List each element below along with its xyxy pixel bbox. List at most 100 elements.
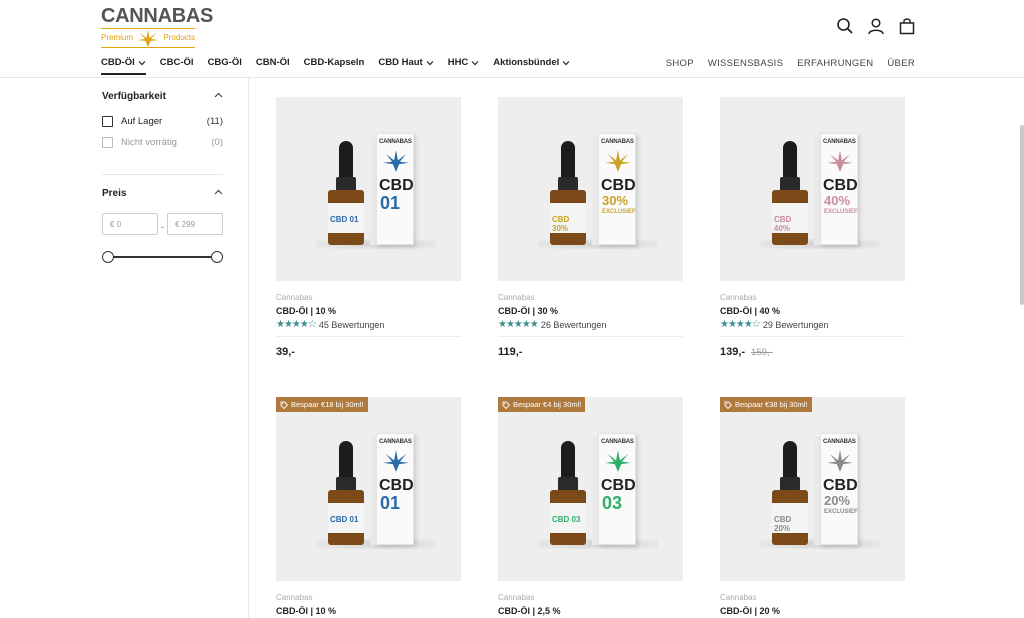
box-strength: 20%	[824, 493, 851, 508]
nav-link-ueber[interactable]: ÜBER	[887, 58, 915, 69]
product-rating[interactable]: ★★★★☆ 29 Bewertungen	[720, 319, 828, 330]
current-price: 119,-	[498, 346, 523, 358]
product-image[interactable]: CANNABAS CBD 01 CBD 01	[276, 97, 461, 281]
bottle-dropper	[561, 141, 575, 181]
price-slider-max-handle[interactable]	[211, 251, 223, 263]
discount-badge: Bespaar €18 bij 30ml!	[276, 397, 368, 412]
box-brand: CANNABAS	[379, 439, 412, 445]
product-card[interactable]: CANNABAS CBD 01 CBD 01 Cannabas CBD-Öl |…	[276, 97, 461, 358]
filter-availability-header[interactable]: Verfügbarkeit	[102, 91, 223, 102]
product-rating[interactable]: ★★★★★ 26 Bewertungen	[498, 319, 606, 330]
product-card[interactable]: Bespaar €18 bij 30ml! CANNABAS CBD 01 CB…	[276, 397, 461, 616]
cart-icon[interactable]	[898, 17, 916, 35]
price-min-input[interactable]: € 0	[102, 213, 158, 235]
nav-item-cbc-oel[interactable]: CBC-Öl	[160, 57, 194, 68]
box-cbd-text: CBD	[601, 477, 636, 494]
product-card[interactable]: Bespaar €38 bij 30ml! CANNABAS CBD 20% E…	[720, 397, 905, 616]
product-title[interactable]: CBD-Öl | 40 %	[720, 306, 780, 316]
box-exclusief: EXCLUSIEF	[602, 209, 636, 215]
filter-title: Preis	[102, 188, 127, 199]
product-box: CANNABAS CBD 20% EXCLUSIEF	[820, 433, 858, 545]
tag-icon	[502, 401, 510, 409]
product-vendor: Cannabas	[276, 293, 313, 302]
product-box: CANNABAS CBD 03	[598, 433, 636, 545]
header-divider	[0, 77, 1024, 78]
product-image[interactable]: CANNABAS CBD 40% EXCLUSIEF CBD 40%	[720, 97, 905, 281]
bottle-label-text: CBD 01	[330, 515, 359, 524]
nav-link-shop[interactable]: SHOP	[666, 58, 694, 69]
sidebar-divider	[248, 78, 249, 618]
discount-badge: Bespaar €4 bij 30ml!	[498, 397, 586, 412]
product-rating[interactable]: ★★★★☆ 45 Bewertungen	[276, 319, 384, 330]
product-card[interactable]: CANNABAS CBD 40% EXCLUSIEF CBD 40% Canna…	[720, 97, 905, 358]
search-icon[interactable]	[836, 17, 854, 35]
chevron-down-icon	[562, 60, 570, 65]
bottle-label: CBD 01	[328, 203, 364, 233]
price-max-input[interactable]: € 299	[167, 213, 223, 235]
chevron-up-icon	[214, 92, 223, 98]
cannabis-leaf-icon	[827, 450, 853, 472]
product-image[interactable]: Bespaar €38 bij 30ml! CANNABAS CBD 20% E…	[720, 397, 905, 581]
cannabis-leaf-icon	[605, 150, 631, 172]
product-vendor: Cannabas	[276, 593, 313, 602]
product-image[interactable]: Bespaar €18 bij 30ml! CANNABAS CBD 01 CB…	[276, 397, 461, 581]
product-price: 39,-	[276, 346, 295, 358]
product-image[interactable]: CANNABAS CBD 30% EXCLUSIEF CBD 30%	[498, 97, 683, 281]
product-box: CANNABAS CBD 01	[376, 133, 414, 245]
product-card[interactable]: Bespaar €4 bij 30ml! CANNABAS CBD 03 CBD…	[498, 397, 683, 616]
price-slider-min-handle[interactable]	[102, 251, 114, 263]
product-bottle: CBD 03	[548, 441, 588, 545]
nav-item-cbd-oel[interactable]: CBD-Öl	[101, 57, 146, 75]
product-bottle: CBD 20%	[770, 441, 810, 545]
bottle-label-text: CBD 20%	[774, 515, 792, 533]
product-title[interactable]: CBD-Öl | 10 %	[276, 606, 336, 616]
bottle-dropper	[561, 441, 575, 481]
page-scrollbar[interactable]	[1020, 125, 1024, 305]
bottle-label: CBD 40%	[772, 203, 808, 233]
price-slider-track[interactable]	[108, 256, 217, 258]
box-cbd-text: CBD	[601, 177, 636, 194]
nav-item-cbd-haut[interactable]: CBD Haut	[378, 57, 434, 68]
product-title[interactable]: CBD-Öl | 20 %	[720, 606, 780, 616]
filter-separator	[102, 174, 223, 175]
checkbox[interactable]	[102, 116, 113, 127]
product-card[interactable]: CANNABAS CBD 30% EXCLUSIEF CBD 30% Canna…	[498, 97, 683, 358]
nav-item-hhc[interactable]: HHC	[448, 57, 480, 68]
option-label: Nicht vorrätig	[121, 137, 177, 148]
rating-stars: ★★★★☆	[276, 319, 317, 330]
bottle-label-text: CBD 40%	[774, 215, 792, 233]
bottle-label: CBD 03	[550, 503, 586, 533]
filter-option-out-of-stock[interactable]: Nicht vorrätig (0)	[102, 137, 223, 148]
product-title[interactable]: CBD-Öl | 30 %	[498, 306, 558, 316]
old-price: 159,-	[751, 347, 773, 358]
bottle-neck	[336, 177, 356, 191]
bottle-label-text: CBD 03	[552, 515, 581, 524]
filter-option-in-stock[interactable]: Auf Lager (11)	[102, 116, 223, 127]
nav-item-aktionsbuendel[interactable]: Aktionsbündel	[493, 57, 570, 68]
box-strength: 03	[602, 493, 623, 513]
product-divider	[720, 336, 905, 337]
product-bottle: CBD 01	[326, 141, 366, 245]
checkbox[interactable]	[102, 137, 113, 148]
nav-item-cbg-oel[interactable]: CBG-Öl	[208, 57, 242, 68]
box-brand: CANNABAS	[601, 139, 634, 145]
nav-link-wissensbasis[interactable]: WISSENSBASIS	[708, 58, 783, 69]
nav-link-erfahrungen[interactable]: ERFAHRUNGEN	[797, 58, 873, 69]
product-image[interactable]: Bespaar €4 bij 30ml! CANNABAS CBD 03 CBD…	[498, 397, 683, 581]
account-icon[interactable]	[867, 17, 885, 35]
review-count: 45 Bewertungen	[318, 319, 385, 330]
product-title[interactable]: CBD-Öl | 2,5 %	[498, 606, 561, 616]
product-price: 119,-	[498, 346, 522, 358]
review-count: 26 Bewertungen	[540, 319, 607, 330]
product-title[interactable]: CBD-Öl | 10 %	[276, 306, 336, 316]
nav-item-cbn-oel[interactable]: CBN-Öl	[256, 57, 290, 68]
filter-title: Verfügbarkeit	[102, 91, 166, 102]
box-exclusief: EXCLUSIEF	[824, 209, 858, 215]
nav-item-cbd-kapseln[interactable]: CBD-Kapseln	[304, 57, 365, 68]
box-exclusief: EXCLUSIEF	[824, 509, 858, 515]
bottle-label: CBD 20%	[772, 503, 808, 533]
filter-price-header[interactable]: Preis	[102, 188, 223, 199]
brand-logo[interactable]: CANNABAS Premium Products	[101, 6, 213, 48]
tag-icon	[280, 401, 288, 409]
box-brand: CANNABAS	[823, 439, 856, 445]
